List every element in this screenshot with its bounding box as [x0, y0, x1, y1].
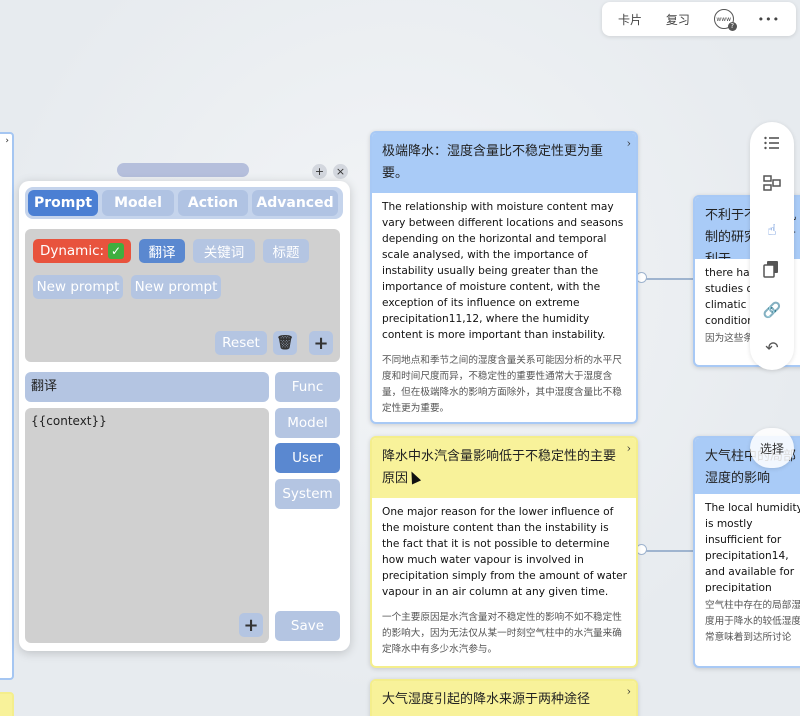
card-title-text: 极端降水：湿度含量比不稳定性更为重要。 — [382, 144, 604, 181]
offscreen-card-left-bottom[interactable] — [0, 692, 14, 716]
top-toolbar: 卡片 复习 www ••• — [602, 2, 796, 36]
hand-pointer-icon[interactable]: ☝ — [762, 220, 782, 240]
card-english-text: The local humidity is mostly insufficien… — [705, 502, 800, 592]
mindmap-card[interactable]: 大气柱中的局部湿度的影响 The local humidity is mostl… — [693, 436, 800, 668]
www-help-icon[interactable]: www — [713, 9, 737, 31]
prompt-panel: Prompt Model Action Advanced Dynamic: ✓ 翻… — [19, 181, 350, 651]
card-chinese-text: 一个主要原因是水汽含量对不稳定性的影响不如不稳定性的影响大，因为无法仅从某一时刻… — [382, 612, 622, 655]
more-menu-icon[interactable]: ••• — [758, 13, 780, 26]
card-english-text: The relationship with moisture content m… — [382, 201, 624, 341]
right-toolbar: ☝ 🔗 ↶ — [750, 122, 794, 370]
add-message-button[interactable]: + — [239, 613, 263, 637]
checkmark-icon: ✓ — [108, 243, 125, 259]
mindmap-card[interactable]: 大气湿度引起的降水来源于两种途径 › — [370, 679, 638, 716]
chevron-right-icon[interactable]: › — [627, 133, 631, 155]
connector-line — [640, 550, 695, 552]
trash-icon[interactable]: 🗑 — [273, 331, 297, 355]
cards-tab[interactable]: 卡片 — [618, 11, 642, 28]
list-icon[interactable] — [762, 134, 782, 154]
chevron-right-icon[interactable]: › — [627, 438, 631, 460]
prompt-chip-keywords[interactable]: 关键词 — [193, 239, 255, 263]
dynamic-label: Dynamic: — [39, 243, 105, 259]
panel-drag-handle[interactable] — [117, 163, 249, 177]
card-chinese-text: 空气柱中存在的局部湿度用于降水的较低湿度常意味着到达所讨论 — [705, 600, 800, 643]
model-button[interactable]: Model — [275, 408, 340, 438]
prompt-chip-translate[interactable]: 翻译 — [139, 239, 185, 263]
user-button[interactable]: User — [275, 443, 340, 473]
prompt-chip-title[interactable]: 标题 — [263, 239, 309, 263]
review-tab[interactable]: 复习 — [666, 11, 690, 28]
undo-icon[interactable]: ↶ — [762, 338, 782, 358]
chevron-right-icon[interactable]: › — [627, 681, 631, 703]
panel-close-icon[interactable]: × — [333, 164, 348, 179]
tab-prompt[interactable]: Prompt — [28, 190, 98, 216]
tab-action[interactable]: Action — [178, 190, 248, 216]
new-prompt-chip[interactable]: New prompt — [33, 275, 123, 299]
func-button[interactable]: Func — [275, 372, 340, 402]
link-icon[interactable]: 🔗 — [762, 300, 782, 320]
tab-advanced[interactable]: Advanced — [252, 190, 338, 216]
card-chinese-text: 不同地点和季节之间的湿度含量关系可能因分析的水平尺度和时间尺度而异，不稳定性的重… — [382, 355, 622, 414]
connector-line — [640, 278, 695, 280]
offscreen-card-left-top[interactable]: › — [0, 132, 14, 680]
mindmap-card[interactable]: 极端降水：湿度含量比不稳定性更为重要。 › The relationship w… — [370, 131, 638, 424]
dynamic-toggle[interactable]: Dynamic: ✓ — [33, 239, 131, 263]
panel-tabs: Prompt Model Action Advanced — [25, 187, 343, 219]
copy-icon[interactable] — [762, 260, 782, 280]
new-prompt-chip[interactable]: New prompt — [131, 275, 221, 299]
card-english-text: One major reason for the lower influence… — [382, 506, 627, 598]
save-button[interactable]: Save — [275, 611, 340, 641]
card-title: 极端降水：湿度含量比不稳定性更为重要。 › — [372, 133, 636, 193]
card-title: 降水中水汽含量影响低于不稳定性的主要原因 › — [372, 438, 636, 498]
add-prompt-button[interactable]: + — [309, 331, 333, 355]
reset-button[interactable]: Reset — [215, 331, 267, 355]
select-button[interactable]: 选择 — [750, 428, 794, 468]
prompt-name-input[interactable]: 翻译 — [25, 372, 269, 402]
layout-icon[interactable] — [762, 174, 782, 194]
prompt-list-area: Dynamic: ✓ 翻译 关键词 标题 New prompt New promp… — [25, 229, 340, 362]
card-title: 大气湿度引起的降水来源于两种途径 › — [372, 681, 636, 716]
panel-add-icon[interactable]: + — [312, 164, 327, 179]
card-title-text: 大气湿度引起的降水来源于两种途径 — [382, 692, 591, 707]
system-button[interactable]: System — [275, 479, 340, 509]
prompt-body-textarea[interactable]: {{context}} — [25, 408, 269, 643]
tab-model[interactable]: Model — [102, 190, 174, 216]
